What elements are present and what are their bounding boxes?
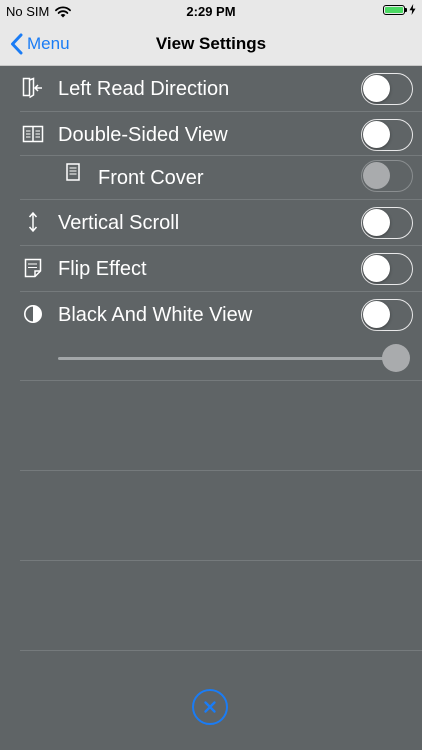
navigation-bar: Menu View Settings — [0, 22, 422, 66]
back-button-label: Menu — [27, 34, 70, 53]
status-time: 2:29 PM — [186, 4, 236, 19]
back-button[interactable]: Menu — [10, 22, 70, 66]
bw-slider-track[interactable] — [58, 357, 400, 360]
setting-row-black-and-white-view: Black And White View — [0, 292, 422, 336]
bw-slider-row — [0, 336, 422, 381]
close-icon — [204, 701, 216, 713]
double-sided-view-toggle[interactable] — [361, 119, 413, 151]
setting-row-left-read-direction: Left Read Direction — [0, 66, 422, 112]
battery-icon — [383, 4, 407, 15]
toggle-knob — [363, 209, 390, 236]
contrast-icon — [22, 303, 44, 325]
setting-row-flip-effect: Flip Effect — [0, 246, 422, 292]
vertical-arrows-icon — [22, 211, 44, 233]
book-open-icon — [22, 123, 44, 145]
setting-label: Black And White View — [58, 304, 253, 326]
setting-row-vertical-scroll: Vertical Scroll — [0, 200, 422, 246]
setting-label: Left Read Direction — [58, 78, 230, 100]
empty-row — [0, 381, 422, 471]
setting-label: Double-Sided View — [58, 124, 228, 146]
setting-label: Front Cover — [98, 167, 204, 189]
settings-list: Left Read Direction Double-Sided View Fr… — [0, 66, 422, 651]
black-and-white-view-toggle[interactable] — [361, 299, 413, 331]
vertical-scroll-toggle[interactable] — [361, 207, 413, 239]
front-cover-toggle[interactable] — [361, 160, 413, 192]
empty-row — [0, 561, 422, 651]
left-read-direction-toggle[interactable] — [361, 73, 413, 105]
charging-bolt-icon — [409, 4, 416, 15]
status-right — [383, 4, 416, 15]
battery-level — [385, 6, 403, 13]
left-read-direction-icon — [22, 77, 44, 99]
setting-row-front-cover: Front Cover — [0, 156, 422, 200]
toggle-knob — [363, 255, 390, 282]
chevron-left-icon — [11, 33, 23, 55]
toggle-knob — [363, 75, 390, 102]
toggle-knob — [363, 121, 390, 148]
status-bar: No SIM 2:29 PM — [0, 0, 422, 22]
close-button[interactable] — [192, 689, 228, 725]
page-curl-icon — [22, 257, 44, 279]
setting-row-double-sided-view: Double-Sided View — [0, 112, 422, 156]
page-icon — [64, 162, 82, 182]
empty-row — [0, 471, 422, 561]
toggle-knob — [363, 162, 390, 189]
setting-label: Flip Effect — [58, 258, 147, 280]
setting-label: Vertical Scroll — [58, 212, 180, 234]
toggle-knob — [363, 301, 390, 328]
flip-effect-toggle[interactable] — [361, 253, 413, 285]
bw-slider-thumb[interactable] — [382, 344, 410, 372]
